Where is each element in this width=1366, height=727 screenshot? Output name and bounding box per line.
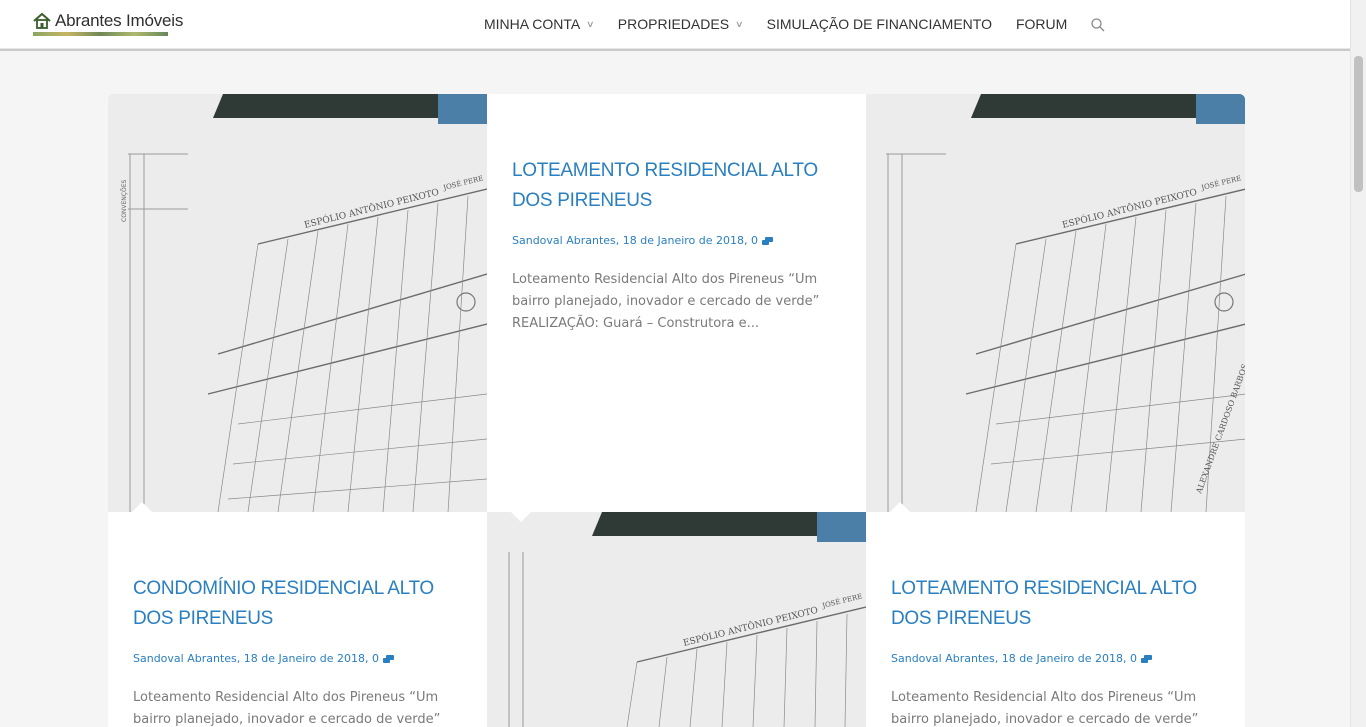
search-icon[interactable] [1091, 17, 1105, 32]
post-thumbnail[interactable]: ESPÓLIO ANTÔNIO PEIXOTO JOSÉ PERE [487, 512, 866, 727]
nav-item-simulacao[interactable]: SIMULAÇÃO DE FINANCIAMENTO [767, 16, 992, 32]
nav-item-label: FORUM [1015, 16, 1068, 32]
nav-item-minha-conta[interactable]: MINHA CONTA ∨ [484, 16, 595, 32]
brand-name: Abrantes Imóveis [55, 11, 184, 30]
nav-item-label: PROPRIEDADES [617, 16, 730, 32]
page-scrollbar[interactable] [1350, 0, 1366, 727]
nav-item-label: MINHA CONTA [484, 16, 581, 32]
site-header: Abrantes Imóveis MINHA CONTA ∨ PROPRIEDA… [0, 0, 1351, 51]
post-card[interactable]: CONDOMÍNIO RESIDENCIAL ALTO DOS PIRENEUS… [108, 512, 487, 727]
post-meta-text[interactable]: Sandoval Abrantes, 18 de Janeiro de 2018… [512, 234, 758, 247]
post-title[interactable]: LOTEAMENTO RESIDENCIAL ALTO DOS PIRENEUS [512, 156, 841, 216]
post-title[interactable]: CONDOMÍNIO RESIDENCIAL ALTO DOS PIRENEUS [133, 574, 462, 634]
house-icon [33, 12, 51, 30]
post-card[interactable]: LOTEAMENTO RESIDENCIAL ALTO DOS PIRENEUS… [866, 512, 1245, 727]
nav-item-propriedades[interactable]: PROPRIEDADES ∨ [617, 16, 744, 32]
post-thumbnail[interactable]: ESPÓLIO ANTÔNIO PEIXOTO JOSÉ PERE ALEXAN… [866, 94, 1245, 512]
post-meta-text[interactable]: Sandoval Abrantes, 18 de Janeiro de 2018… [891, 652, 1137, 665]
post-excerpt: Loteamento Residencial Alto dos Pireneus… [891, 690, 1199, 727]
site-plan-image: ESPÓLIO ANTÔNIO PEIXOTO JOSÉ PERE [487, 512, 866, 727]
nav-item-forum[interactable]: FORUM [1016, 16, 1067, 32]
chevron-down-icon: ∨ [735, 18, 744, 29]
post-excerpt: Loteamento Residencial Alto dos Pireneus… [512, 272, 820, 331]
chevron-down-icon: ∨ [586, 18, 595, 29]
post-card[interactable]: LOTEAMENTO RESIDENCIAL ALTO DOS PIRENEUS… [487, 94, 866, 512]
post-meta: Sandoval Abrantes, 18 de Janeiro de 2018… [512, 234, 841, 247]
post-meta: Sandoval Abrantes, 18 de Janeiro de 2018… [133, 652, 462, 665]
arrow-indicator [132, 502, 152, 512]
post-meta-text[interactable]: Sandoval Abrantes, 18 de Janeiro de 2018… [133, 652, 379, 665]
comment-icon [1141, 654, 1153, 663]
nav-item-label: SIMULAÇÃO DE FINANCIAMENTO [766, 16, 992, 32]
site-plan-image: ESPÓLIO ANTÔNIO PEIXOTO JOSÉ PERE ALEXAN… [866, 94, 1245, 512]
comment-icon [762, 236, 774, 245]
brand-tagline-strip [33, 32, 168, 36]
post-title[interactable]: LOTEAMENTO RESIDENCIAL ALTO DOS PIRENEUS [891, 574, 1220, 634]
arrow-indicator [511, 512, 531, 522]
post-thumbnail[interactable]: ESPÓLIO ANTÔNIO PEIXOTO JOSÉ PERE CONVEN… [108, 94, 487, 512]
plan-label: CONVENÇÕES [121, 180, 128, 222]
post-excerpt: Loteamento Residencial Alto dos Pireneus… [133, 690, 441, 727]
site-plan-image: ESPÓLIO ANTÔNIO PEIXOTO JOSÉ PERE CONVEN… [108, 94, 487, 512]
scrollbar-thumb[interactable] [1354, 56, 1363, 192]
arrow-indicator [890, 502, 910, 512]
comment-icon [383, 654, 395, 663]
post-meta: Sandoval Abrantes, 18 de Janeiro de 2018… [891, 652, 1220, 665]
brand-logo[interactable]: Abrantes Imóveis [33, 11, 184, 36]
main-nav: MINHA CONTA ∨ PROPRIEDADES ∨ SIMULAÇÃO D… [484, 0, 1105, 48]
